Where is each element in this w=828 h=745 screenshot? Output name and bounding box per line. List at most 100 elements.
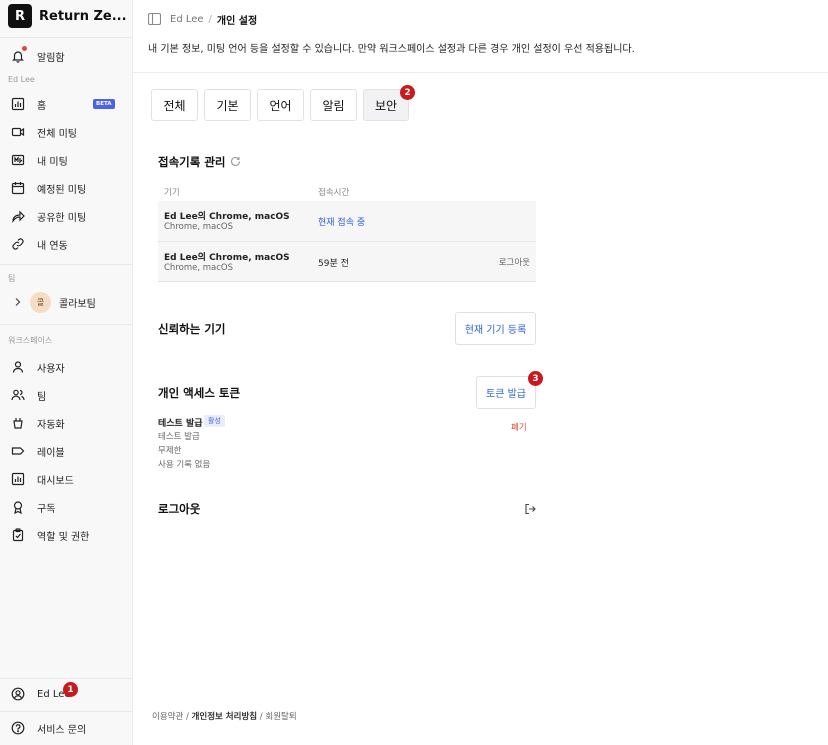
access-time: 현재 접속 중 — [318, 218, 366, 228]
issue-token-button[interactable]: 토큰 발급 — [476, 376, 536, 409]
sidebar-item-all-meetings[interactable]: 전체 미팅 — [0, 118, 132, 146]
sidebar-item-label: 홈 — [37, 100, 47, 112]
clipboard-icon — [12, 528, 24, 542]
footer: 이용약관 / 개인정보 처리방침 / 회원탈퇴 — [152, 710, 297, 722]
tab-all[interactable]: 전체 — [151, 89, 198, 121]
calendar-icon — [11, 182, 25, 195]
table-row: Ed Lee의 Chrome, macOS Chrome, macOS 59분 … — [158, 242, 536, 282]
register-device-button[interactable]: 현재 기기 등록 — [455, 312, 536, 345]
footer-separator: / — [259, 712, 263, 722]
terms-link[interactable]: 이용약관 — [152, 712, 183, 722]
section-label-workspace: 워크스페이스 — [8, 336, 53, 345]
column-header-time: 접속시간 — [318, 188, 350, 198]
session-logout-button[interactable]: 로그아웃 — [499, 256, 530, 268]
sidebar-divider — [0, 37, 133, 38]
step-badge-2: 2 — [400, 85, 415, 100]
sidebar-item-label: 전체 미팅 — [37, 128, 77, 140]
refresh-icon[interactable] — [230, 156, 241, 167]
users-icon — [11, 389, 25, 401]
privacy-link[interactable]: 개인정보 처리방침 — [192, 712, 258, 722]
token-section-title: 개인 액세스 토큰 — [158, 386, 241, 400]
logout-icon[interactable] — [524, 503, 536, 515]
team-name: 콜라보팀 — [59, 298, 96, 310]
step-badge-1: 1 — [63, 682, 78, 697]
token-name: 테스트 발급 — [158, 419, 203, 429]
sidebar-item-support[interactable]: 서비스 문의 — [0, 714, 132, 742]
help-icon — [11, 721, 25, 735]
access-log-title: 접속기록 관리 — [158, 155, 226, 169]
sidebar-item-users[interactable]: 사용자 — [0, 353, 132, 381]
table-row: Ed Lee의 Chrome, macOS Chrome, macOS 현재 접… — [158, 201, 536, 241]
sidebar-item-my-meetings[interactable]: 내 미팅 — [0, 146, 132, 174]
sidebar-item-integrations[interactable]: 내 연동 — [0, 230, 132, 258]
workspace-switcher[interactable]: R Return Ze... — [8, 4, 127, 28]
logout-title: 로그아웃 — [158, 502, 201, 516]
sidebar-item-label: 자동화 — [37, 419, 65, 431]
sidebar-item-label: 레이블 — [37, 447, 65, 459]
sidebar-item-subscription[interactable]: 구독 — [0, 493, 132, 521]
section-label-team: 팀 — [8, 274, 16, 283]
sidebar-item-label: 서비스 문의 — [37, 724, 87, 736]
breadcrumb-separator: / — [208, 13, 212, 25]
withdraw-link[interactable]: 회원탈퇴 — [265, 712, 296, 722]
sidebar-item-home[interactable]: 홈 BETA — [0, 90, 132, 118]
beta-badge: BETA — [93, 99, 115, 109]
link-icon — [12, 238, 24, 250]
sidebar-item-scheduled[interactable]: 예정된 미팅 — [0, 174, 132, 202]
sidebar-item-label: 내 미팅 — [37, 156, 68, 168]
bell-icon — [12, 51, 24, 63]
app-root: R Return Ze... 알림함 Ed Lee 홈 BETA 전체 미팅 내… — [0, 0, 828, 745]
team-avatar: 콜 — [30, 292, 51, 313]
sidebar-item-team-collab[interactable]: 콜라보팀 — [0, 288, 132, 316]
tab-basic[interactable]: 기본 — [204, 89, 251, 121]
sidebar-item-label: 구독 — [37, 503, 56, 515]
sidebar-item-notifications[interactable]: 알림함 — [0, 42, 132, 70]
workspace-name: Return Ze... — [39, 8, 127, 24]
table-divider — [158, 281, 536, 282]
chevron-right-icon[interactable] — [11, 295, 25, 309]
device-sub: Chrome, macOS — [164, 222, 233, 232]
page-description: 내 기본 정보, 미팅 언어 등을 설정할 수 있습니다. 만약 워크스페이스 … — [148, 44, 635, 55]
sidebar-item-label: 역할 및 권한 — [37, 531, 90, 543]
device-name: Ed Lee의 Chrome, macOS — [164, 212, 290, 222]
automation-icon — [13, 418, 23, 429]
column-header-device: 기기 — [164, 188, 180, 198]
sidebar-item-shared[interactable]: 공유한 미팅 — [0, 202, 132, 230]
sidebar-item-label: 대시보드 — [37, 475, 74, 487]
trusted-devices-title: 신뢰하는 기기 — [158, 322, 226, 336]
notification-dot — [22, 46, 27, 51]
footer-separator: / — [185, 712, 189, 722]
sidebar-divider — [0, 711, 133, 712]
token-expiry: 무제한 — [158, 446, 182, 456]
tab-language[interactable]: 언어 — [257, 89, 304, 121]
page-title: 개인 설정 — [216, 15, 258, 27]
sidebar-item-label: 알림함 — [37, 52, 65, 64]
token-usage: 사용 기록 없음 — [158, 460, 211, 470]
step-badge-3: 3 — [528, 371, 543, 386]
sidebar-item-dashboard[interactable]: 대시보드 — [0, 465, 132, 493]
sidebar-divider — [0, 678, 133, 679]
sidebar-item-automation[interactable]: 자동화 — [0, 409, 132, 437]
tab-notifications[interactable]: 알림 — [310, 89, 357, 121]
sidebar-item-label: 공유한 미팅 — [37, 212, 87, 224]
app-logo: R — [8, 4, 32, 28]
device-name: Ed Lee의 Chrome, macOS — [164, 253, 290, 263]
sidebar-item-roles[interactable]: 역할 및 권한 — [0, 521, 132, 549]
sidebar-item-teams[interactable]: 팀 — [0, 381, 132, 409]
section-label-user: Ed Lee — [8, 75, 35, 84]
access-time: 59분 전 — [318, 259, 349, 269]
chart-icon — [11, 97, 25, 111]
sidebar-item-label: 팀 — [37, 391, 47, 403]
user-icon — [12, 361, 24, 373]
token-description: 테스트 발급 — [158, 432, 200, 442]
sidebar-divider — [0, 264, 133, 265]
revoke-token-button[interactable]: 폐기 — [511, 421, 527, 433]
sidebar-item-label: 내 연동 — [37, 240, 68, 252]
sidebar: R Return Ze... 알림함 Ed Lee 홈 BETA 전체 미팅 내… — [0, 0, 133, 745]
sidebar-toggle-icon[interactable] — [148, 13, 161, 25]
dashboard-icon — [11, 472, 25, 486]
sidebar-item-labels[interactable]: 레이블 — [0, 437, 132, 465]
breadcrumb-user[interactable]: Ed Lee — [170, 14, 204, 25]
breadcrumb: Ed Lee / 개인 설정 — [148, 12, 258, 27]
label-icon — [11, 447, 25, 455]
